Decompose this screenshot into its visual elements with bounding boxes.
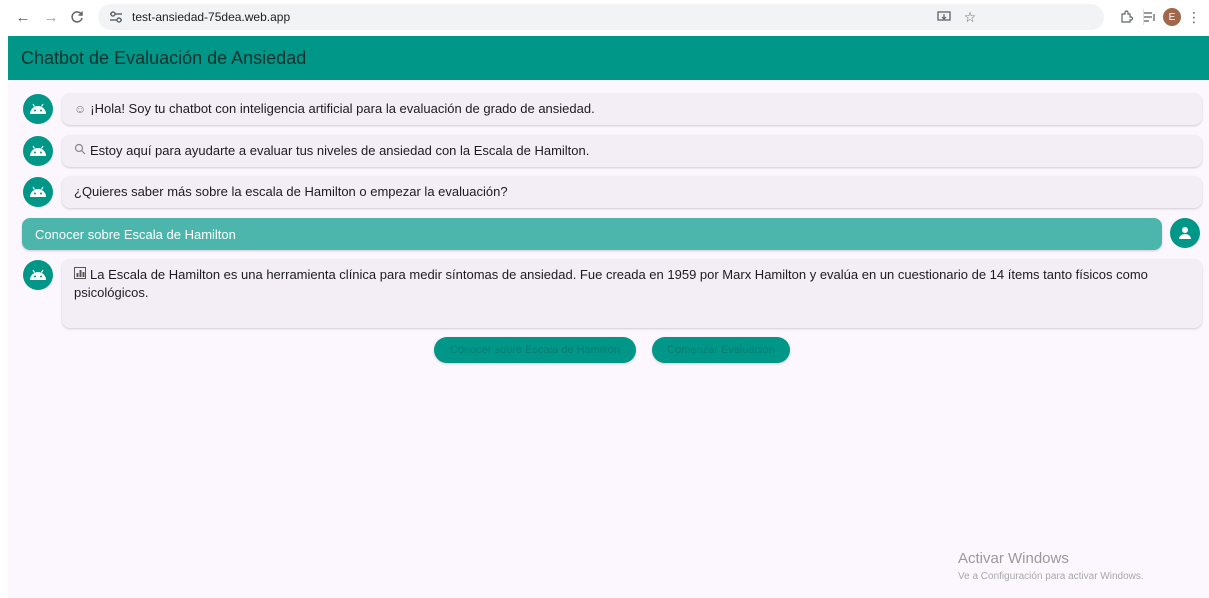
learn-hamilton-button[interactable]: Conocer sobre Escala de Hamilton [434,337,636,363]
message-text: La Escala de Hamilton es una herramienta… [74,267,1148,300]
start-evaluation-button[interactable]: Comenzar Evaluación [652,337,790,363]
message-text: Conocer sobre Escala de Hamilton [35,226,236,242]
more-menu-icon[interactable]: ⋮ [1184,7,1204,27]
bookmark-star-icon[interactable]: ☆ [960,7,980,27]
bot-avatar-icon [23,260,53,290]
windows-activation-subtitle: Ve a Configuración para activar Windows. [958,571,1144,582]
forward-arrow-icon[interactable]: → [40,6,62,28]
bot-avatar-icon [23,177,53,207]
app-bar: Chatbot de Evaluación de Ansiedad [8,36,1209,80]
site-settings-icon[interactable] [108,9,124,25]
bot-message: La Escala de Hamilton es una herramienta… [62,259,1202,328]
bot-avatar-icon [23,136,53,166]
profile-avatar[interactable]: E [1163,8,1181,26]
reload-icon[interactable] [66,6,88,28]
bot-avatar-icon [23,94,53,124]
message-text: ¡Hola! Soy tu chatbot con inteligencia a… [90,101,595,116]
chat-app: Chatbot de Evaluación de Ansiedad ☺ ¡Hola… [8,36,1209,598]
extensions-icon[interactable] [1116,7,1136,27]
message-text: Estoy aquí para ayudarte a evaluar tus n… [90,143,590,158]
message-text: ¿Quieres saber más sobre la escala de Ha… [74,184,508,199]
media-controls-icon[interactable] [1140,7,1160,27]
magnifier-icon [74,142,86,160]
smile-icon: ☺ [74,102,87,116]
back-arrow-icon[interactable]: ← [12,6,34,28]
url-text[interactable]: test-ansiedad-75dea.web.app [132,10,290,24]
bot-message: ☺ ¡Hola! Soy tu chatbot con inteligencia … [62,93,1202,125]
user-avatar-icon [1170,218,1200,248]
app-title: Chatbot de Evaluación de Ansiedad [21,47,307,68]
bar-chart-icon [74,266,86,284]
address-bar[interactable]: test-ansiedad-75dea.web.app ☆ [98,4,1104,30]
bot-message: Estoy aquí para ayudarte a evaluar tus n… [62,135,1202,167]
windows-activation-title: Activar Windows [958,550,1069,567]
install-app-icon[interactable] [934,7,954,27]
bot-message: ¿Quieres saber más sobre la escala de Ha… [62,176,1202,208]
user-message: Conocer sobre Escala de Hamilton [22,218,1162,250]
browser-toolbar: ← → test-ansiedad-75dea.web.app ☆ E ⋮ [0,0,1209,34]
